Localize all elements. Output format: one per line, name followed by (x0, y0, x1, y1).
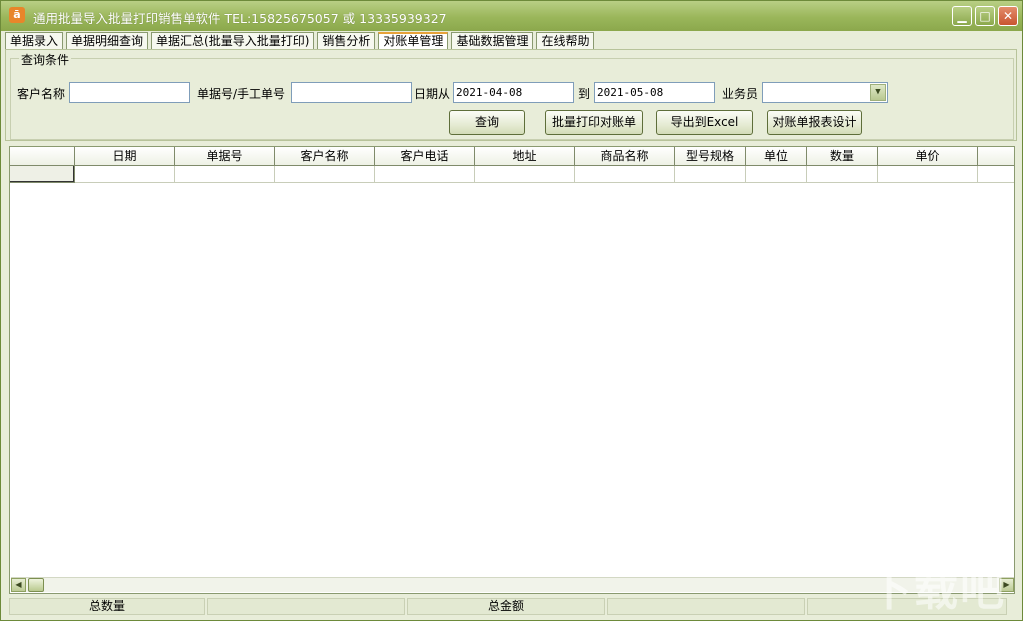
query-conditions-title: 查询条件 (19, 51, 71, 68)
column-header-unit-price[interactable]: 单价 (878, 147, 978, 166)
statement-grid[interactable]: 日期 单据号 客户名称 客户电话 地址 商品名称 型号规格 单位 数量 单价 (9, 146, 1015, 594)
total-quantity-value (207, 598, 405, 615)
date-from-label: 日期从 (414, 85, 450, 102)
minimize-button[interactable]: ▁ (952, 6, 972, 26)
doc-no-label: 单据号/手工单号 (197, 85, 285, 102)
column-header-unit[interactable]: 单位 (746, 147, 807, 166)
total-quantity-label: 总数量 (9, 598, 205, 615)
column-header-model-spec[interactable]: 型号规格 (675, 147, 746, 166)
status-bar: 总数量 总金额 (9, 598, 1015, 616)
table-cell[interactable] (746, 166, 807, 183)
export-excel-button[interactable]: 导出到Excel (656, 110, 753, 135)
salesman-select[interactable]: ▼ (762, 82, 888, 103)
tab-document-summary[interactable]: 单据汇总(批量导入批量打印) (151, 32, 314, 50)
tab-sales-analysis[interactable]: 销售分析 (317, 32, 375, 50)
column-header-product-name[interactable]: 商品名称 (575, 147, 675, 166)
query-conditions-group: 查询条件 客户名称 单据号/手工单号 日期从 2021-04-08 到 2021… (10, 58, 1014, 140)
date-to-label: 到 (578, 85, 590, 102)
table-cell[interactable] (878, 166, 978, 183)
horizontal-scrollbar[interactable]: ◀ ▶ (11, 577, 1014, 592)
table-cell[interactable] (575, 166, 675, 183)
title-bar[interactable]: ā 通用批量导入批量打印销售单软件 TEL:15825675057 或 1333… (1, 1, 1022, 31)
column-header-customer-phone[interactable]: 客户电话 (375, 147, 475, 166)
main-tab-bar: 单据录入 单据明细查询 单据汇总(批量导入批量打印) 销售分析 对账单管理 基础… (5, 32, 597, 50)
table-cell[interactable] (275, 166, 375, 183)
table-cell[interactable] (475, 166, 575, 183)
doc-no-input[interactable] (291, 82, 412, 103)
tab-online-help[interactable]: 在线帮助 (536, 32, 594, 50)
tab-statement-management[interactable]: 对账单管理 (378, 32, 448, 50)
scroll-thumb[interactable] (28, 578, 44, 592)
table-cell[interactable] (978, 166, 1015, 183)
table-cell[interactable] (807, 166, 878, 183)
column-header-doc-no[interactable]: 单据号 (175, 147, 275, 166)
maximize-button[interactable]: □ (975, 6, 995, 26)
window-title: 通用批量导入批量打印销售单软件 TEL:15825675057 或 133359… (33, 8, 447, 27)
close-button[interactable]: ✕ (998, 6, 1018, 26)
table-cell[interactable] (75, 166, 175, 183)
column-header-quantity[interactable]: 数量 (807, 147, 878, 166)
grid-header-row: 日期 单据号 客户名称 客户电话 地址 商品名称 型号规格 单位 数量 单价 (10, 147, 1015, 166)
table-cell[interactable] (675, 166, 746, 183)
date-to-input[interactable]: 2021-05-08 (594, 82, 715, 103)
table-cell[interactable] (375, 166, 475, 183)
row-header-cell[interactable] (10, 166, 75, 183)
tab-document-entry[interactable]: 单据录入 (5, 32, 63, 50)
salesman-label: 业务员 (722, 85, 758, 102)
customer-name-label: 客户名称 (17, 85, 65, 102)
column-header-overflow[interactable] (978, 147, 1015, 166)
total-amount-value (607, 598, 805, 615)
date-from-input[interactable]: 2021-04-08 (453, 82, 574, 103)
tab-detail-query[interactable]: 单据明细查询 (66, 32, 148, 50)
chevron-down-icon[interactable]: ▼ (870, 84, 886, 101)
table-row[interactable] (10, 166, 1015, 183)
column-header-customer-name[interactable]: 客户名称 (275, 147, 375, 166)
watermark-text: 下载吧 (868, 554, 1006, 618)
table-cell[interactable] (175, 166, 275, 183)
column-header-address[interactable]: 地址 (475, 147, 575, 166)
grid-corner-header[interactable] (10, 147, 75, 166)
scroll-left-icon[interactable]: ◀ (11, 578, 26, 592)
column-header-date[interactable]: 日期 (75, 147, 175, 166)
app-window: ā 通用批量导入批量打印销售单软件 TEL:15825675057 或 1333… (0, 0, 1023, 621)
search-button[interactable]: 查询 (449, 110, 525, 135)
query-panel: 查询条件 客户名称 单据号/手工单号 日期从 2021-04-08 到 2021… (5, 49, 1017, 141)
batch-print-statement-button[interactable]: 批量打印对账单 (545, 110, 643, 135)
tab-basic-data[interactable]: 基础数据管理 (451, 32, 533, 50)
statement-report-design-button[interactable]: 对账单报表设计 (767, 110, 862, 135)
app-logo-icon: ā (9, 7, 25, 23)
total-amount-label: 总金额 (407, 598, 605, 615)
customer-name-input[interactable] (69, 82, 190, 103)
